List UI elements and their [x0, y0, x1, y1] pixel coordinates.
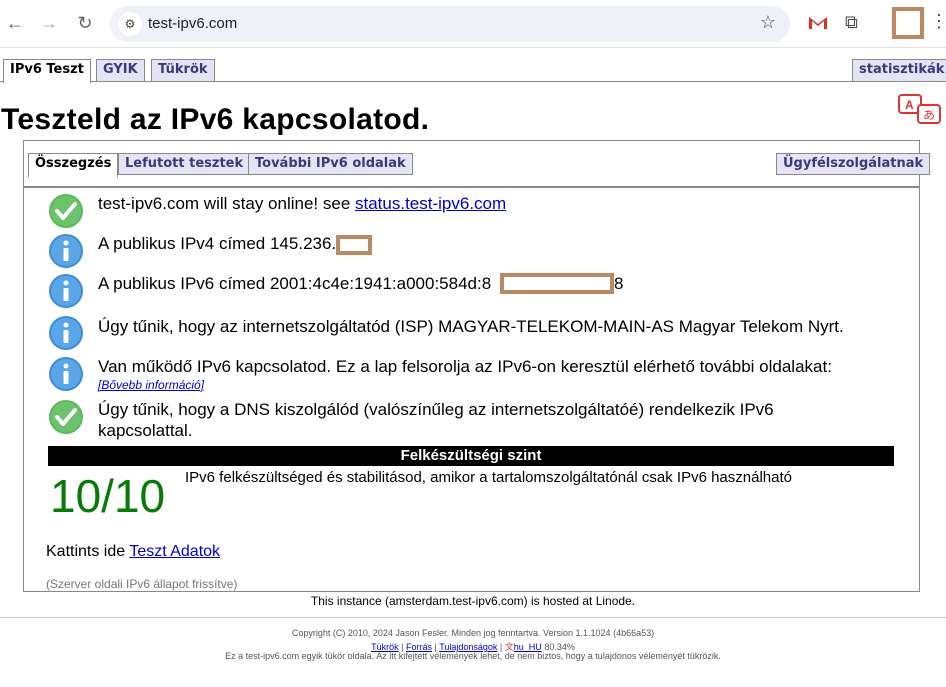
top-tab-bar: IPv6 Teszt GYIK Tükrök statisztikák	[0, 57, 946, 83]
avatar[interactable]	[892, 7, 924, 39]
tab-tests-run[interactable]: Lefutott tesztek	[118, 153, 251, 175]
divider	[0, 617, 946, 618]
inner-tab-bar: Összegzés Lefutott tesztek További IPv6 …	[24, 151, 931, 188]
redacted-block	[336, 234, 373, 255]
dns-text-line2: kapcsolattal.	[98, 421, 193, 440]
ipv4-text: A publikus IPv4 címed 145.236.	[98, 234, 337, 253]
results-panel: Összegzés Lefutott tesztek További IPv6 …	[23, 140, 931, 592]
readiness-description: IPv6 felkészültséged és stabilitásod, am…	[185, 469, 792, 486]
readiness-banner: Felkészültségi szint	[48, 446, 894, 466]
tab-help-desk[interactable]: Ügyfélszolgálatnak	[776, 153, 931, 175]
address-bar[interactable]: ⚙ test-ipv6.com ☆	[110, 6, 790, 42]
info-icon	[49, 316, 83, 350]
svg-text:あ: あ	[923, 108, 935, 122]
online-text: test-ipv6.com will stay online! see	[98, 194, 355, 213]
back-arrow-icon[interactable]: ←	[2, 10, 28, 36]
dns-text-line1: Úgy tűnik, hogy a DNS kiszolgálód (valós…	[98, 400, 774, 419]
redacted-block	[500, 273, 614, 294]
test-data-link[interactable]: Teszt Adatok	[129, 543, 220, 560]
gmail-icon[interactable]	[808, 14, 828, 30]
tab-mirrors[interactable]: Tükrök	[151, 59, 215, 81]
click-here: Kattints ide Teszt Adatok	[46, 543, 220, 561]
browser-toolbar: ← → ↻ ⚙ test-ipv6.com ☆ ⧉ ⋮	[0, 0, 946, 48]
info-icon	[49, 357, 83, 391]
tab-ipv6-test[interactable]: IPv6 Teszt	[3, 59, 91, 83]
click-here-prefix: Kattints ide	[46, 543, 130, 560]
footer-disclaimer: Ez a test-ipv6.com egyik tükör oldala. A…	[225, 651, 721, 661]
kebab-menu-icon[interactable]: ⋮	[930, 12, 946, 30]
tab-statistics[interactable]: statisztikák	[852, 59, 946, 81]
url-text[interactable]: test-ipv6.com	[148, 15, 237, 32]
hosted-note: This instance (amsterdam.test-ipv6.com) …	[310, 594, 636, 608]
forward-arrow-icon[interactable]: →	[36, 10, 62, 36]
tab-more-ipv6-sites[interactable]: További IPv6 oldalak	[248, 153, 413, 175]
server-note: (Szerver oldali IPv6 állapot frissítve)	[46, 577, 238, 591]
info-icon	[49, 234, 83, 268]
footer-copyright: Copyright (C) 2010, 2024 Jason Fesler. M…	[291, 628, 655, 638]
check-icon	[49, 194, 83, 228]
translate-icon[interactable]: A あ	[898, 93, 944, 127]
ipv6-working-text: Van működő IPv6 kapcsolatod. Ez a lap fe…	[98, 357, 832, 376]
page-title: Teszteld az IPv6 kapcsolatod.	[1, 103, 430, 136]
tab-faq[interactable]: GYIK	[96, 59, 145, 81]
readiness-score: 10/10	[50, 470, 166, 522]
bookmark-star-icon[interactable]: ☆	[760, 12, 776, 33]
more-info-link[interactable]: [Bővebb információ]	[98, 378, 204, 392]
reload-icon[interactable]: ↻	[72, 10, 98, 36]
puzzle-icon[interactable]: ⧉	[845, 12, 858, 33]
status-link[interactable]: status.test-ipv6.com	[355, 194, 506, 213]
svg-text:A: A	[905, 98, 914, 112]
ipv6-text: A publikus IPv6 címed 2001:4c4e:1941:a00…	[98, 274, 492, 293]
check-icon	[49, 400, 83, 434]
site-info-icon[interactable]: ⚙	[118, 12, 142, 36]
info-icon	[49, 274, 83, 308]
ipv6-suffix: 8	[614, 274, 624, 293]
isp-text: Úgy tűnik, hogy az internetszolgáltatód …	[98, 317, 844, 336]
tab-summary[interactable]: Összegzés	[28, 153, 119, 179]
